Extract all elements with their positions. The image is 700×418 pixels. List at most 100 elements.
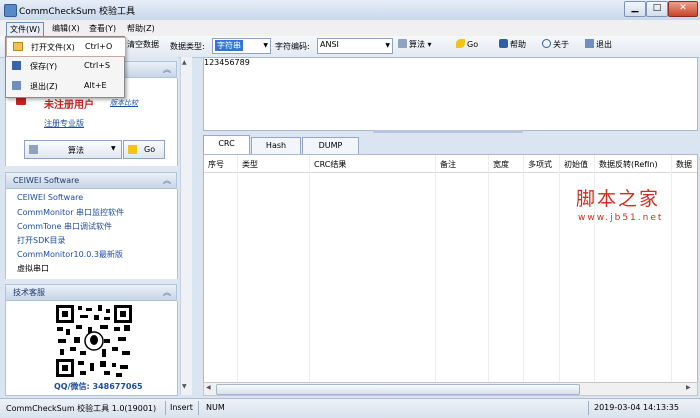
col-width[interactable]: 宽度 [493, 159, 509, 170]
tab-dump[interactable]: DUMP [302, 137, 359, 154]
status-datetime: 2019-03-04 14:13:35 [594, 403, 679, 412]
col-refin[interactable]: 数据反转(RefIn) [599, 159, 658, 170]
col-divider [488, 155, 489, 383]
col-divider [237, 155, 238, 383]
col-type[interactable]: 类型 [242, 159, 258, 170]
exit-button[interactable]: 退出 [585, 39, 612, 50]
col-index[interactable]: 序号 [208, 159, 224, 170]
exit-icon [585, 39, 594, 48]
tab-crc[interactable]: CRC [203, 135, 250, 155]
version-compare-link[interactable]: 版本比较 [110, 98, 138, 108]
save-icon [12, 61, 21, 70]
status-app-version: CommCheckSum 校验工具 1.0(19001) [6, 404, 157, 413]
status-bar: CommCheckSum 校验工具 1.0(19001) Insert NUM … [0, 398, 700, 418]
data-type-select[interactable]: 字符串 ▼ [212, 38, 271, 54]
chevron-down-icon: ▼ [111, 145, 116, 152]
encoding-label: 字符编码: [275, 42, 310, 51]
left-panel: ︽ 未注册用户 版本比较 注册专业版 算法 ▼ Go CEIWEI Softwa… [5, 57, 178, 396]
about-button[interactable]: 关于 [542, 39, 569, 50]
menu-view[interactable]: 查看(Y) [86, 22, 119, 35]
input-editor[interactable]: 123456789 [203, 57, 698, 131]
go-button[interactable]: Go [456, 39, 478, 49]
info-icon [542, 39, 551, 48]
menu-exit[interactable]: 退出(Z) Alt+E [6, 77, 124, 95]
commtone-link[interactable]: CommTone 串口调试软件 [17, 221, 112, 232]
watermark-logo: 脚本之家 [576, 188, 661, 210]
col-note[interactable]: 备注 [440, 159, 456, 170]
register-pro-link[interactable]: 注册专业版 [44, 118, 84, 129]
data-type-value: 字符串 [215, 40, 243, 51]
ceiwei-section-header[interactable]: CEIWEI Software ︽ [5, 172, 177, 189]
unregistered-status: 未注册用户 [44, 100, 94, 111]
data-type-label: 数据类型: [170, 42, 205, 51]
app-icon [4, 4, 17, 17]
help-button[interactable]: 帮助 [499, 39, 526, 50]
col-crc-result[interactable]: CRC结果 [314, 159, 346, 170]
chevron-down-icon: ▼ [263, 42, 268, 49]
left-panel-scrollbar[interactable]: ▲ ▼ [180, 57, 192, 395]
menu-edit[interactable]: 编辑(X) [49, 22, 83, 35]
tab-hash[interactable]: Hash [251, 137, 301, 154]
support-section-header[interactable]: 技术客服 ︽ [5, 284, 177, 301]
col-divider [309, 155, 310, 383]
encoding-select[interactable]: ANSI ▼ [317, 38, 393, 54]
exit-icon [12, 81, 21, 90]
tab-strip: CRC Hash DUMP [203, 134, 696, 155]
menu-help[interactable]: 帮助(Z) [124, 22, 158, 35]
algorithm-button[interactable]: 算法 ▾ [398, 39, 432, 50]
commmonitor-link[interactable]: CommMonitor 串口监控软件 [17, 207, 124, 218]
sdk-dir-link[interactable]: 打开SDK目录 [17, 235, 65, 246]
book-icon [499, 39, 508, 48]
collapse-icon: ︽ [163, 65, 171, 74]
watermark-url: www.jb51.net [578, 213, 664, 223]
minimize-button[interactable]: ▁ [624, 1, 646, 17]
latest-version-link[interactable]: CommMonitor10.0.3最新版 [17, 249, 123, 260]
scroll-up-icon[interactable]: ▲ [182, 59, 187, 66]
support-section: QQ/微信: 348677065 [5, 301, 178, 396]
encoding-value: ANSI [320, 40, 339, 49]
lightning-icon [128, 145, 137, 154]
menu-file[interactable]: 文件(W) [6, 22, 45, 37]
col-divider [523, 155, 524, 383]
col-divider [559, 155, 560, 383]
folder-icon [13, 42, 23, 51]
status-divider [198, 401, 199, 415]
go-side-button[interactable]: Go [123, 140, 165, 159]
collapse-icon: ︽ [163, 176, 171, 185]
editor-content: 123456789 [204, 58, 250, 67]
status-divider [588, 401, 589, 415]
funnel-icon [29, 145, 38, 154]
maximize-button[interactable]: □ [646, 1, 668, 17]
close-button[interactable]: ✕ [668, 1, 698, 17]
scroll-right-icon[interactable]: ▶ [686, 384, 691, 391]
file-menu-dropdown: 打开文件(X) Ctrl+O 保存(Y) Ctrl+S 退出(Z) Alt+E [5, 36, 126, 98]
qr-code-image [54, 303, 134, 379]
col-poly[interactable]: 多项式 [528, 159, 552, 170]
title-bar: CommCheckSum 校验工具 ▁ □ ✕ [0, 0, 700, 21]
hscroll-thumb[interactable] [216, 384, 580, 395]
funnel-icon [398, 39, 407, 48]
col-divider [671, 155, 672, 383]
menu-save[interactable]: 保存(Y) Ctrl+S [6, 57, 124, 75]
menu-bar: 文件(W) 编辑(X) 查看(Y) 帮助(Z) [0, 20, 700, 37]
col-data[interactable]: 数据 [676, 159, 692, 170]
qq-contact: QQ/微信: 348677065 [54, 382, 143, 391]
clear-data-button[interactable]: 清空数据 [127, 39, 159, 50]
status-num: NUM [206, 403, 225, 412]
grid-header: 序号 类型 CRC结果 备注 宽度 多项式 初始值 数据反转(RefIn) 数据 [204, 155, 697, 173]
collapse-icon: ︽ [163, 288, 171, 297]
window-title: CommCheckSum 校验工具 [19, 7, 136, 17]
lightning-icon [456, 39, 465, 48]
status-divider [165, 401, 166, 415]
virtual-serial-link[interactable]: 虚拟串口 [17, 263, 49, 274]
ceiwei-section: CEIWEI Software CommMonitor 串口监控软件 CommT… [5, 189, 178, 279]
scroll-down-icon[interactable]: ▼ [182, 383, 187, 390]
algorithm-side-button[interactable]: 算法 ▼ [24, 140, 122, 159]
scroll-left-icon[interactable]: ◀ [206, 384, 211, 391]
grid-hscrollbar[interactable]: ◀ ▶ [203, 382, 698, 396]
menu-open-file[interactable]: 打开文件(X) Ctrl+O [6, 37, 126, 57]
ceiwei-link[interactable]: CEIWEI Software [17, 193, 83, 202]
col-init[interactable]: 初始值 [564, 159, 588, 170]
col-divider [435, 155, 436, 383]
splitter-handle[interactable] [373, 130, 523, 133]
